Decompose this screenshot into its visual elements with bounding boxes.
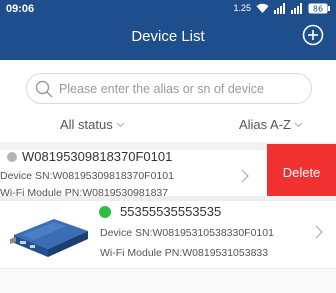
signal-icon (274, 2, 286, 14)
battery-level: 86 (313, 4, 323, 13)
search-box[interactable] (26, 73, 312, 104)
device-list-item[interactable]: W08195309818370F0101 Device SN:W08195309… (0, 144, 336, 201)
status-icons: 1.25 86 (233, 2, 330, 14)
chevron-right-icon (241, 169, 249, 183)
sort-label: Alias A-Z (238, 117, 291, 132)
delete-button[interactable]: Delete (267, 144, 336, 201)
wifi-module-pn: Wi-Fi Module PN:W0819531053833 (100, 247, 269, 259)
wifi-icon (256, 3, 269, 14)
search-input[interactable] (59, 74, 307, 103)
sort-dropdown[interactable]: Alias A-Z (239, 117, 303, 132)
status-dot-online (99, 206, 111, 218)
plus-circle-icon (302, 24, 324, 46)
add-device-button[interactable] (302, 24, 324, 46)
device-sn: Device SN:W08195310538330F0101 (100, 227, 274, 239)
page-title: Device List (131, 28, 205, 45)
status-time: 09:06 (6, 3, 35, 15)
chevron-down-icon (294, 122, 303, 128)
chevron-right-icon (315, 225, 323, 239)
status-bar: 09:06 1.25 86 (0, 0, 336, 16)
list-footer (0, 268, 336, 293)
signal-icon-2 (291, 2, 303, 14)
device-thumbnail (10, 219, 88, 257)
data-rate-indicator: 1.25 (233, 3, 251, 13)
device-list-item[interactable]: 55355535553535 Device SN:W08195310538330… (0, 201, 336, 265)
chevron-down-icon (116, 122, 125, 128)
search-icon (35, 80, 53, 98)
status-filter-dropdown[interactable]: All status (60, 117, 125, 132)
app-header: 09:06 1.25 86 Device List (0, 0, 336, 60)
status-filter-label: All status (60, 117, 113, 132)
status-dot-offline (7, 152, 17, 162)
device-alias: W08195309818370F0101 (22, 149, 173, 164)
battery-icon: 86 (308, 3, 330, 14)
device-sn: Device SN:W08195309818370F0101 (0, 170, 174, 182)
device-alias: 55355535553535 (120, 204, 222, 219)
